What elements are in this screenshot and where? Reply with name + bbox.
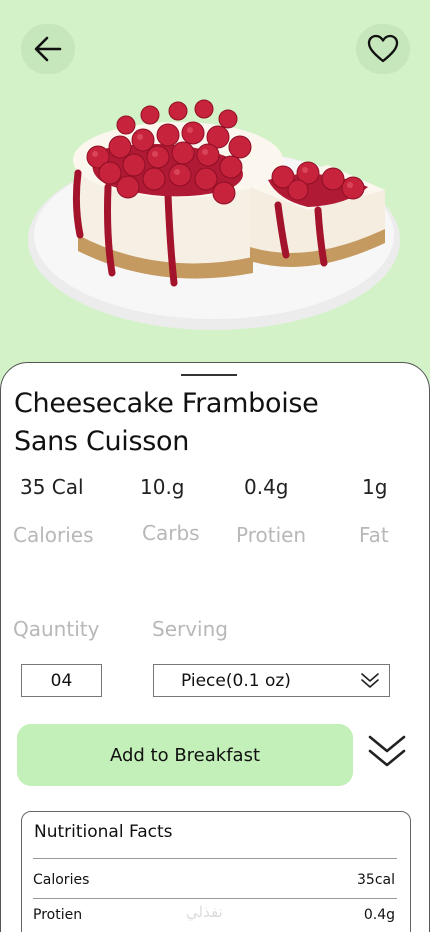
carbs-label: Carbs — [142, 521, 200, 545]
hero-section — [0, 0, 430, 380]
serving-label: Serving — [152, 617, 228, 641]
facts-divider — [33, 898, 397, 899]
meal-dropdown-chevron-icon[interactable] — [367, 733, 407, 771]
arrow-left-icon — [34, 36, 62, 62]
facts-row-name: Protien — [33, 907, 83, 923]
serving-select[interactable]: Piece(0.1 oz) — [153, 664, 390, 697]
heart-icon — [367, 34, 399, 63]
sheet-drag-handle[interactable] — [181, 374, 237, 376]
serving-selected-value: Piece(0.1 oz) — [181, 671, 291, 691]
protein-value: 0.4g — [244, 475, 289, 499]
calories-value: 35 Cal — [20, 475, 84, 499]
add-to-breakfast-button[interactable]: Add to Breakfast — [17, 724, 353, 786]
facts-row-name: Calories — [33, 872, 90, 888]
quantity-label: Qauntity — [13, 617, 100, 641]
facts-divider — [33, 858, 397, 859]
food-title: Cheesecake Framboise Sans Cuisson — [14, 385, 414, 461]
fat-value: 1g — [362, 475, 388, 499]
food-detail-sheet: Cheesecake Framboise Sans Cuisson 35 Cal… — [0, 362, 430, 932]
double-chevron-down-icon — [361, 673, 379, 688]
nutritional-facts-title: Nutritional Facts — [34, 822, 173, 842]
back-button[interactable] — [21, 24, 75, 74]
quantity-input[interactable]: 04 — [21, 664, 102, 697]
facts-row-value: 35cal — [357, 872, 395, 888]
facts-row-calories: Calories 35cal — [33, 872, 397, 888]
fat-label: Fat — [359, 523, 389, 547]
food-title-line-1: Cheesecake Framboise — [14, 388, 319, 419]
cheesecake-image — [28, 99, 400, 330]
food-title-line-2: Sans Cuisson — [14, 426, 190, 457]
watermark: نفذلي — [186, 903, 223, 921]
favorite-button[interactable] — [356, 24, 410, 74]
facts-row-value: 0.4g — [363, 907, 395, 923]
protein-label: Protien — [236, 523, 307, 547]
calories-label: Calories — [13, 523, 94, 547]
carbs-value: 10.g — [140, 475, 185, 499]
add-to-breakfast-label: Add to Breakfast — [109, 744, 261, 766]
